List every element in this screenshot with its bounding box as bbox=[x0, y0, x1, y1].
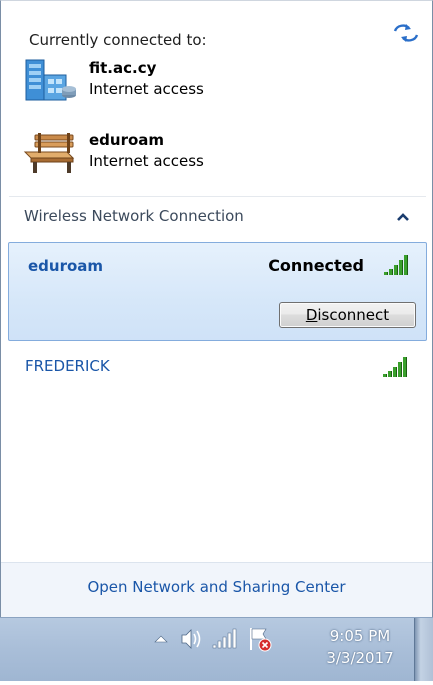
show-hidden-icons-arrow-icon[interactable] bbox=[150, 618, 172, 681]
taskbar: 9:05 PM 3/3/2017 bbox=[0, 617, 433, 681]
connected-network-name: eduroam bbox=[89, 131, 165, 149]
clock-date: 3/3/2017 bbox=[326, 649, 394, 667]
disconnect-label-rest: isconnect bbox=[317, 306, 390, 324]
access-key: D bbox=[305, 306, 318, 324]
connected-network-fit: fit.ac.cy Internet access bbox=[23, 59, 323, 109]
network-flyout: Currently connected to: fit.ac.cy Intern… bbox=[0, 0, 433, 618]
wireless-network-ssid: eduroam bbox=[28, 257, 104, 275]
flyout-footer: Open Network and Sharing Center bbox=[1, 562, 432, 618]
open-network-sharing-center-link[interactable]: Open Network and Sharing Center bbox=[1, 578, 432, 596]
wireless-network-ssid: FREDERICK bbox=[25, 357, 110, 375]
wireless-network-frederick[interactable]: FREDERICK bbox=[8, 345, 427, 385]
chevron-up-icon[interactable] bbox=[393, 209, 413, 225]
public-network-bench-icon bbox=[23, 131, 77, 175]
action-center-flag-icon[interactable] bbox=[246, 618, 274, 681]
signal-strength-icon bbox=[382, 355, 412, 379]
signal-strength-icon bbox=[383, 253, 413, 277]
connected-network-name: fit.ac.cy bbox=[89, 59, 157, 77]
network-signal-icon[interactable] bbox=[210, 618, 238, 681]
show-desktop-button[interactable] bbox=[414, 618, 433, 681]
domain-network-icon bbox=[23, 59, 77, 103]
speaker-volume-icon[interactable] bbox=[178, 618, 206, 681]
refresh-arrows-icon[interactable] bbox=[391, 21, 421, 45]
wireless-network-eduroam[interactable]: eduroam Connected Disconnect bbox=[8, 242, 427, 341]
currently-connected-title: Currently connected to: bbox=[29, 31, 207, 49]
disconnect-button[interactable]: Disconnect bbox=[279, 302, 416, 328]
wireless-section-title: Wireless Network Connection bbox=[24, 207, 244, 225]
section-divider bbox=[9, 196, 426, 197]
taskbar-clock[interactable]: 9:05 PM 3/3/2017 bbox=[312, 625, 408, 669]
clock-time: 9:05 PM bbox=[329, 627, 391, 645]
connected-network-status: Internet access bbox=[89, 152, 204, 170]
connected-network-status: Internet access bbox=[89, 80, 204, 98]
connection-status-label: Connected bbox=[268, 256, 364, 275]
connected-network-eduroam: eduroam Internet access bbox=[23, 131, 323, 181]
